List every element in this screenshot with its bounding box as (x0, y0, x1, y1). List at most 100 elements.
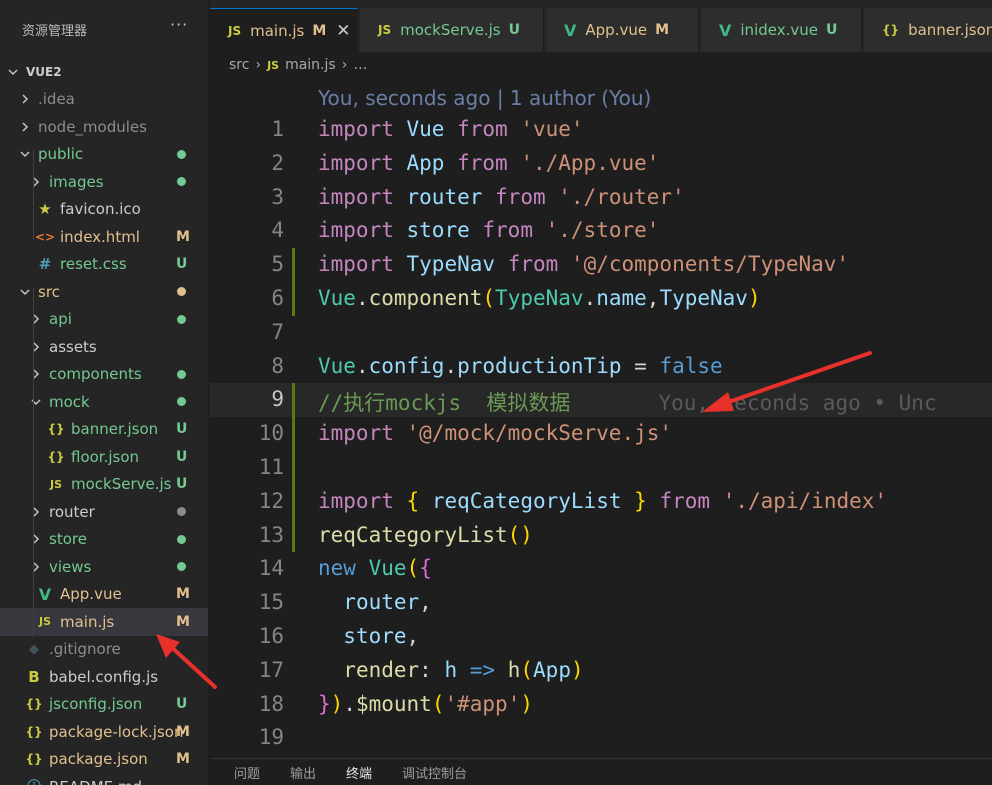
file-item[interactable]: {} package-lock.json M (0, 718, 208, 746)
folder-item[interactable]: .idea (0, 86, 208, 114)
code-token: . (583, 286, 597, 310)
git-status-badge: U (176, 256, 188, 273)
line-number: 15 (258, 590, 284, 615)
panel-tab[interactable]: 输出 (290, 763, 316, 782)
code-line[interactable]: 16 store, (210, 620, 992, 654)
code-line[interactable]: 19 (210, 721, 992, 755)
code-token: => (469, 657, 496, 682)
code-line[interactable]: 9 //执行mockjs 模拟数据 You, seconds ago • Unc (210, 383, 992, 418)
breadcrumb-folder[interactable]: src (229, 57, 249, 73)
close-icon[interactable]: ✕ (336, 21, 350, 41)
folder-item[interactable]: public (0, 141, 208, 169)
code-line[interactable]: 6 Vue.component(TypeNav.name,TypeNav) (210, 282, 992, 316)
git-status-dot (177, 314, 186, 324)
tree-item-label: README.md (49, 778, 142, 785)
panel-tab[interactable]: 问题 (234, 763, 260, 782)
code-token: '@/components/TypeNav' (570, 252, 850, 277)
chevron-right-icon: › (341, 57, 348, 73)
code-editor[interactable]: You, seconds ago | 1 author (You) 1 impor… (210, 78, 992, 758)
code-line[interactable]: 8 Vue.config.productionTip = false (210, 350, 992, 384)
tree-item-label: babel.config.js (49, 667, 159, 686)
code-line[interactable]: 10 import '@/mock/mockServe.js' (210, 417, 992, 451)
code-token: './store' (545, 218, 660, 243)
more-actions-icon[interactable]: ··· (170, 15, 188, 34)
code-token: component (368, 286, 483, 310)
file-item[interactable]: JS main.js M (0, 608, 208, 636)
code-token: render (343, 657, 420, 682)
tab-label: App.vue (585, 21, 648, 39)
file-item[interactable]: {} floor.json U (0, 443, 208, 471)
code-token: ( (431, 691, 445, 716)
code-token: import (318, 117, 394, 141)
tree-item-label: VUE2 (26, 64, 62, 79)
code-line[interactable]: 17 render: h => h(App) (210, 654, 992, 688)
explorer-header: 资源管理器 ··· (0, 0, 208, 58)
code-token: } (318, 691, 331, 716)
code-line[interactable]: 12 import { reqCategoryList } from './api… (210, 484, 992, 519)
panel-tab[interactable]: 调试控制台 (402, 763, 467, 782)
folder-item[interactable]: mock (0, 388, 208, 416)
file-item[interactable]: {} banner.json U (0, 416, 208, 444)
folder-item[interactable]: store (0, 526, 208, 554)
folder-item[interactable]: VUE2 (0, 58, 208, 86)
folder-item[interactable]: router (0, 498, 208, 526)
js-file-icon: JS (378, 23, 392, 37)
folder-item[interactable]: api (0, 306, 208, 334)
folder-item[interactable]: views (0, 553, 208, 581)
code-text: Vue.config.productionTip = false (318, 354, 723, 378)
tab-banner-json[interactable]: {} banner.json (864, 8, 992, 52)
tree-item-label: views (49, 557, 92, 576)
folder-item[interactable]: images (0, 168, 208, 196)
code-line[interactable]: 14 new Vue({ (210, 552, 992, 586)
code-token: : (419, 657, 445, 682)
code-token: false (659, 353, 723, 378)
tab-app-vue[interactable]: V App.vue M (546, 8, 699, 52)
tab-inidex-vue[interactable]: Vinidex.vue U (701, 8, 862, 52)
line-number: 19 (258, 725, 284, 750)
code-line[interactable]: 15 router, (210, 586, 992, 620)
code-token: ) (330, 691, 344, 716)
code-line[interactable]: 11 (210, 451, 992, 485)
file-item[interactable]: ★ favicon.ico (0, 196, 208, 224)
tab-main-js[interactable]: JS main.js M ✕ (210, 8, 358, 52)
file-item[interactable]: <> index.html M (0, 223, 208, 251)
file-item[interactable]: Bbabel.config.js (0, 663, 208, 691)
file-item[interactable]: ◆ .gitignore (0, 636, 208, 664)
code-line[interactable]: 18}).$mount('#app') (210, 688, 992, 722)
file-item[interactable]: {} jsconfig.json U (0, 691, 208, 719)
breadcrumb-symbol[interactable]: … (353, 57, 367, 73)
code-token: import (318, 184, 394, 209)
file-item[interactable]: ⓘ README.md (0, 773, 208, 785)
code-line[interactable]: 1 import Vue from 'vue' (210, 113, 992, 147)
file-item[interactable]: V App.vue M (0, 581, 208, 609)
chevron-right-icon (29, 369, 43, 379)
code-token: Vue (368, 556, 407, 581)
code-line[interactable]: 13 reqCategoryList() (210, 518, 992, 553)
file-item[interactable]: {} package.json M (0, 746, 208, 774)
code-token: import (318, 218, 394, 243)
breadcrumb-file[interactable]: main.js (285, 57, 336, 73)
code-text: store, (318, 624, 419, 648)
file-item[interactable]: # reset.css U (0, 251, 208, 279)
folder-item[interactable]: components (0, 361, 208, 389)
vue-file-icon: V (38, 584, 52, 604)
code-line[interactable]: 3 import router from './router' (210, 181, 992, 215)
panel-tab[interactable]: 终端 (346, 763, 372, 782)
codelens-blame[interactable]: You, seconds ago | 1 author (You) (318, 86, 651, 110)
folder-item[interactable]: assets (0, 333, 208, 361)
favicon-file-icon: ★ (38, 200, 52, 219)
code-token: store (406, 218, 470, 243)
folder-item[interactable]: src (0, 278, 208, 306)
code-line[interactable]: 4 import store from './store' (210, 214, 992, 248)
tab-mockserve-js[interactable]: JS mockServe.js U (360, 8, 544, 52)
folder-item[interactable]: node_modules (0, 113, 208, 141)
code-line[interactable]: 2 import App from './App.vue' (210, 147, 992, 181)
code-line[interactable]: 7 (210, 316, 992, 350)
code-line[interactable]: 5 import TypeNav from '@/components/TypeN… (210, 248, 992, 282)
chevron-down-icon (18, 287, 32, 297)
file-item[interactable]: JS mockServe.js U (0, 471, 208, 499)
